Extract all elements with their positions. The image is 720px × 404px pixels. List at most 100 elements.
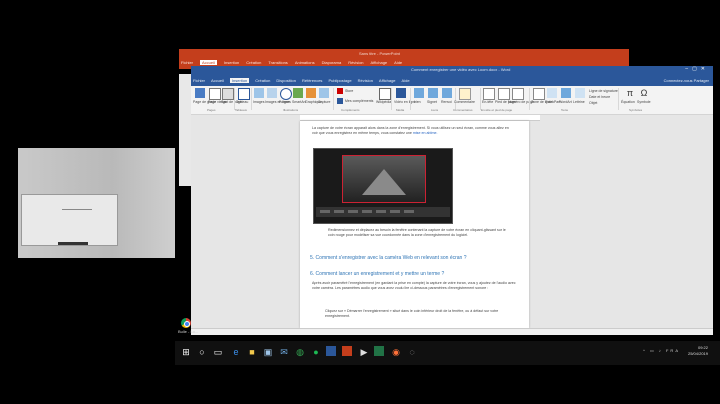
ppt-tab[interactable]: Création (246, 60, 261, 65)
tab-revision[interactable]: Révision (358, 78, 373, 83)
window-controls[interactable]: –▢✕ (685, 66, 709, 72)
group-label: Commentaires (453, 108, 473, 112)
page-number-icon[interactable] (512, 88, 524, 100)
tab-publipostage[interactable]: Publipostage (328, 78, 351, 83)
word-icon[interactable] (326, 346, 336, 356)
word-status-bar (191, 328, 713, 335)
bookmark-icon[interactable] (428, 88, 438, 98)
comment-icon[interactable] (459, 88, 471, 100)
embedded-screenshot[interactable] (313, 148, 453, 224)
ribbon-label[interactable]: Ligne de signature (589, 89, 618, 93)
ppt-tab[interactable]: Animations (295, 60, 315, 65)
ppt-tab[interactable]: Transitions (268, 60, 287, 65)
group-label: Tableaux (235, 108, 248, 112)
chrome-icon[interactable] (181, 318, 191, 328)
webcam-whiteboard (21, 194, 118, 246)
ribbon-label: Lien (414, 100, 421, 104)
ppt-tab[interactable]: Révision (348, 60, 363, 65)
group-label: Liens (431, 108, 439, 112)
link-icon[interactable] (414, 88, 424, 98)
store-icon[interactable] (337, 88, 343, 94)
windows-start-icon[interactable]: ⊞ (180, 346, 192, 358)
tab-references[interactable]: Références (302, 78, 322, 83)
intro-link[interactable]: mise en abîme. (413, 131, 438, 135)
system-tray[interactable]: ^ ▭ ♪ FRA (643, 348, 680, 353)
cover-page-icon[interactable] (195, 88, 205, 98)
group-label: Média (396, 108, 405, 112)
ribbon-label: Signet (427, 100, 437, 104)
spotify-icon[interactable]: ● (310, 346, 322, 358)
powerpoint-icon[interactable] (342, 346, 352, 356)
ribbon-label: Wikipédia (376, 100, 392, 104)
table-icon[interactable] (238, 88, 250, 100)
tab-affichage[interactable]: Affichage (379, 78, 396, 83)
online-images-icon[interactable] (267, 88, 277, 98)
account-share[interactable]: Connectez-vous Partager (664, 78, 709, 83)
chrome-window-label[interactable]: Bulle - Lo... (178, 329, 198, 334)
excel-icon[interactable] (374, 346, 384, 356)
ribbon-label: WordArt (559, 100, 572, 104)
task-view-icon[interactable]: ▭ (212, 346, 224, 358)
cross-reference-icon[interactable] (442, 88, 452, 98)
tab-fichier[interactable]: Fichier (193, 78, 205, 83)
chrome-icon[interactable]: ◍ (294, 346, 306, 358)
ppt-tab[interactable]: Fichier (181, 60, 193, 65)
ppt-tab[interactable]: Accueil (200, 60, 217, 65)
ribbon-label[interactable]: Date et heure (589, 95, 610, 99)
equation-icon[interactable]: π (625, 88, 635, 98)
webcam-feed (18, 148, 175, 258)
tab-creation[interactable]: Création (255, 78, 270, 83)
wordart-icon[interactable] (561, 88, 571, 98)
word-titlebar[interactable]: Comment enregistrer une vidéo avec Loom.… (191, 66, 713, 75)
clock[interactable]: 09:22 25/04/2019 (688, 345, 708, 357)
body-paragraph: Après avoir paramétré l'enregistrement (… (312, 281, 516, 290)
ribbon-label: Vidéo en ligne (394, 100, 417, 104)
blank-page-icon[interactable] (209, 88, 221, 100)
tab-aide[interactable]: Aide (402, 78, 410, 83)
online-video-icon[interactable] (396, 88, 406, 98)
windows-taskbar: ⊞ ○ ▭ e ■ ▣ ✉ ◍ ● ▶ ◉ ◌ ^ ▭ ♪ FRA 09:22 … (175, 341, 720, 365)
my-addins-icon[interactable] (337, 98, 343, 104)
images-icon[interactable] (254, 88, 264, 98)
shapes-icon[interactable] (280, 88, 292, 100)
mail-icon[interactable]: ✉ (278, 346, 290, 358)
screenshot-icon[interactable] (319, 88, 329, 98)
word-title: Comment enregistrer une vidéo avec Loom.… (411, 67, 511, 72)
tab-accueil[interactable]: Accueil (211, 78, 224, 83)
tab-disposition[interactable]: Disposition (276, 78, 296, 83)
ribbon-label: Store (345, 89, 354, 93)
ribbon-label: Lettrine (573, 100, 585, 104)
ribbon-label: Tableau (236, 100, 249, 104)
heading-6: 6. Comment lancer un enregistrement et y… (310, 271, 445, 277)
ppt-tab[interactable]: Affichage (371, 60, 388, 65)
ribbon-label[interactable]: Objet (589, 101, 597, 105)
ribbon-label: Capture (318, 100, 331, 104)
symbol-icon[interactable]: Ω (639, 88, 649, 98)
chart-icon[interactable] (306, 88, 316, 98)
edge-icon[interactable]: e (230, 346, 242, 358)
header-icon[interactable] (483, 88, 495, 100)
ppt-tab[interactable]: Insertion (224, 60, 239, 65)
firefox-icon[interactable]: ◉ (390, 346, 402, 358)
wikipedia-icon[interactable] (379, 88, 391, 100)
loom-icon[interactable]: ◌ (406, 346, 418, 358)
tab-insertion[interactable]: Insertion (229, 78, 250, 83)
text-box-icon[interactable] (533, 88, 545, 100)
media-icon[interactable]: ▶ (358, 346, 370, 358)
word-ribbon-tabs: Fichier Accueil Insertion Création Dispo… (191, 75, 713, 86)
file-explorer-icon[interactable]: ■ (246, 346, 258, 358)
smartart-icon[interactable] (293, 88, 303, 98)
heading-5: 5. Comment s'enregistrer avec la caméra … (310, 255, 467, 261)
search-icon[interactable]: ○ (196, 346, 208, 358)
ppt-tab[interactable]: Diaporama (322, 60, 342, 65)
footer-icon[interactable] (498, 88, 510, 100)
ribbon-label: Symbole (637, 100, 651, 104)
ppt-tab[interactable]: Aide (394, 60, 402, 65)
page-break-icon[interactable] (222, 88, 234, 100)
group-label: En-tête et pied de page (481, 108, 513, 112)
bullet-item: Cliquez sur « Démarrer l'enregistrement … (325, 309, 499, 318)
store-icon[interactable]: ▣ (262, 346, 274, 358)
quickpart-icon[interactable] (547, 88, 557, 98)
drop-cap-icon[interactable] (575, 88, 585, 98)
ribbon-label: Formes (279, 100, 291, 104)
